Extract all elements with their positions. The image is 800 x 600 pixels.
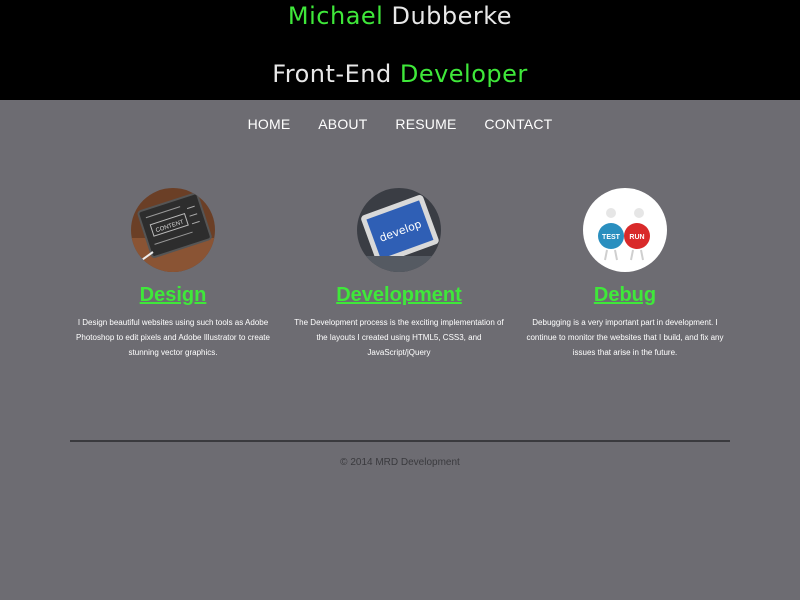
tablet-image: develop bbox=[357, 188, 441, 272]
test-run-image: TEST RUN bbox=[583, 188, 667, 272]
development-image: develop bbox=[357, 188, 441, 272]
feature-debug: TEST RUN Debug Debugging is a very impor… bbox=[515, 188, 735, 360]
debug-description: Debugging is a very important part in de… bbox=[526, 318, 724, 357]
debug-image: TEST RUN bbox=[583, 188, 667, 272]
site-name-first: Michael bbox=[287, 2, 384, 30]
design-description: I Design beautiful websites using such t… bbox=[76, 318, 270, 357]
nav-about-link[interactable]: ABOUT bbox=[318, 116, 367, 132]
footer-copyright: © 2014 MRD Development bbox=[340, 457, 460, 468]
site-name-last: Dubberke bbox=[383, 2, 513, 30]
site-role: Front-End Developer bbox=[0, 60, 800, 88]
main-nav: HOME ABOUT RESUME CONTACT bbox=[0, 116, 800, 132]
run-label: RUN bbox=[629, 234, 644, 241]
nav-resume-link[interactable]: RESUME bbox=[395, 116, 456, 132]
site-role-second: Developer bbox=[391, 60, 528, 88]
design-title[interactable]: Design bbox=[140, 284, 207, 307]
development-title[interactable]: Development bbox=[336, 284, 462, 307]
site-header: Michael Dubberke Front-End Developer bbox=[0, 0, 800, 100]
nav-home-link[interactable]: HOME bbox=[248, 116, 291, 132]
debug-title[interactable]: Debug bbox=[594, 284, 656, 307]
design-image: CONTENT bbox=[131, 188, 215, 272]
footer-divider bbox=[70, 440, 730, 442]
site-name: Michael Dubberke bbox=[0, 2, 800, 30]
development-description: The Development process is the exciting … bbox=[294, 318, 504, 357]
nav-contact-link[interactable]: CONTACT bbox=[484, 116, 552, 132]
feature-design: CONTENT Design I Design beautiful websit… bbox=[63, 188, 283, 360]
site-role-first: Front-End bbox=[272, 60, 392, 88]
chalkboard-image: CONTENT bbox=[131, 188, 215, 272]
feature-development: develop Development The Development proc… bbox=[289, 188, 509, 360]
test-label: TEST bbox=[602, 234, 621, 241]
